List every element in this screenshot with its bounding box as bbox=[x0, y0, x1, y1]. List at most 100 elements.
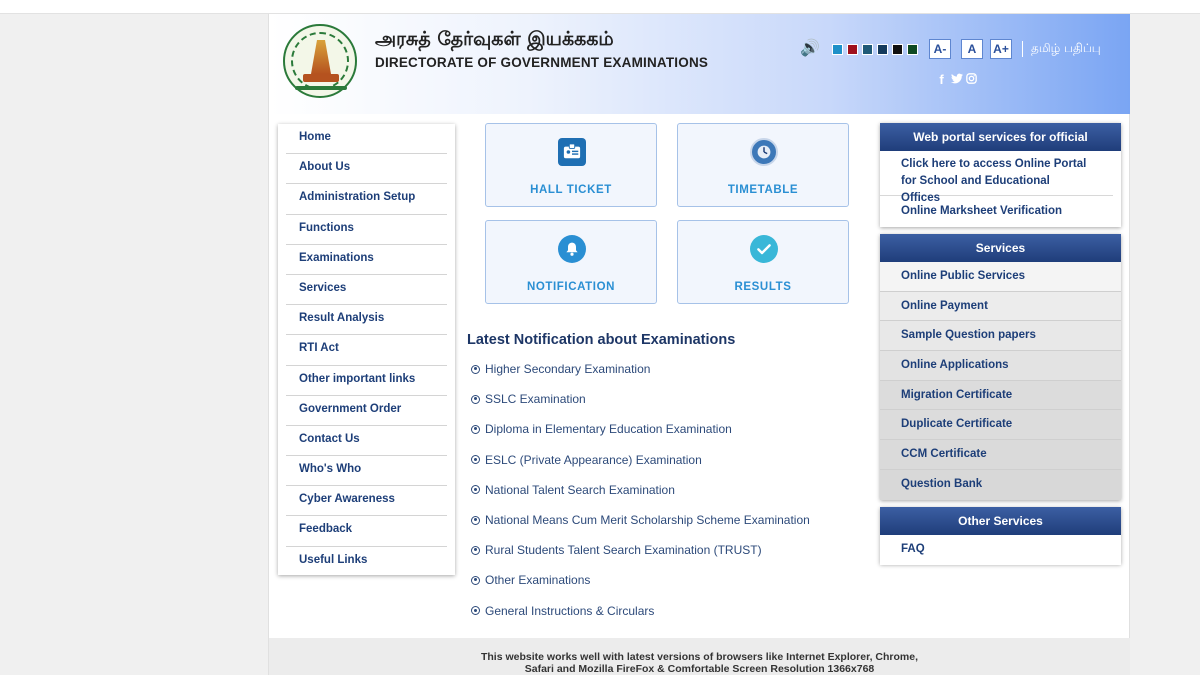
toolbar-divider bbox=[1022, 41, 1023, 57]
theme-swatch-5[interactable] bbox=[892, 43, 903, 55]
notification-item[interactable]: National Talent Search Examination bbox=[471, 475, 810, 505]
notification-item[interactable]: National Means Cum Merit Scholarship Sch… bbox=[471, 505, 810, 535]
notification-item-label[interactable]: Diploma in Elementary Education Examinat… bbox=[485, 422, 732, 436]
bullet-icon bbox=[471, 364, 480, 374]
online-portal-link[interactable]: Click here to access Online Portal for S… bbox=[880, 151, 1113, 204]
notification-item[interactable]: Rural Students Talent Search Examination… bbox=[471, 535, 810, 565]
results-tile[interactable]: RESULTS bbox=[677, 220, 849, 304]
faq-link[interactable]: FAQ bbox=[880, 535, 1121, 565]
web-portal-panel: Web portal services for official Click h… bbox=[880, 123, 1121, 227]
notification-item-label[interactable]: National Talent Search Examination bbox=[485, 483, 675, 497]
service-online-payment[interactable]: Online Payment bbox=[880, 291, 1121, 322]
notification-tile[interactable]: NOTIFICATION bbox=[485, 220, 657, 304]
bullet-icon bbox=[471, 394, 480, 404]
notification-item[interactable]: Higher Secondary Examination bbox=[471, 354, 810, 384]
browser-top-strip bbox=[0, 0, 1200, 14]
theme-swatch-3[interactable] bbox=[862, 43, 873, 55]
emblem-motto-band bbox=[295, 86, 347, 90]
nav-item-whos-who[interactable]: Who's Who bbox=[286, 456, 447, 487]
other-services-heading: Other Services bbox=[880, 507, 1121, 535]
service-question-bank[interactable]: Question Bank bbox=[880, 469, 1121, 500]
nav-item-administration-setup[interactable]: Administration Setup bbox=[286, 184, 447, 215]
hall-ticket-tile[interactable]: HALL TICKET bbox=[485, 123, 657, 207]
clock-icon bbox=[750, 138, 778, 166]
notification-item-label[interactable]: General Instructions & Circulars bbox=[485, 604, 654, 618]
check-circle-icon bbox=[750, 235, 778, 263]
tamil-edition-link[interactable]: தமிழ் பதிப்பு bbox=[1031, 41, 1101, 57]
bullet-icon bbox=[471, 485, 480, 495]
site-header: அரசுத் தேர்வுகள் இயக்ககம் DIRECTORATE OF… bbox=[269, 14, 1130, 114]
browser-compatibility-footer: This website works well with latest vers… bbox=[269, 638, 1130, 675]
notification-item-label[interactable]: SSLC Examination bbox=[485, 392, 586, 406]
id-card-icon bbox=[558, 138, 586, 166]
nav-item-government-order[interactable]: Government Order bbox=[286, 396, 447, 426]
service-duplicate-certificate[interactable]: Duplicate Certificate bbox=[880, 410, 1121, 441]
timetable-tile[interactable]: TIMETABLE bbox=[677, 123, 849, 207]
notification-label: NOTIFICATION bbox=[526, 281, 616, 293]
twitter-icon[interactable] bbox=[951, 72, 963, 87]
web-portal-heading: Web portal services for official bbox=[880, 123, 1121, 151]
font-increase-button[interactable]: A+ bbox=[990, 39, 1012, 59]
latest-notification-heading: Latest Notification about Examinations bbox=[467, 332, 736, 348]
nav-item-home[interactable]: Home bbox=[286, 124, 447, 155]
tamil-nadu-emblem-logo[interactable] bbox=[283, 24, 357, 98]
bell-icon bbox=[558, 235, 586, 263]
service-sample-question-papers[interactable]: Sample Question papers bbox=[880, 321, 1121, 352]
bullet-icon bbox=[471, 515, 480, 525]
notification-item-label[interactable]: ESLC (Private Appearance) Examination bbox=[485, 453, 702, 467]
bullet-icon bbox=[471, 545, 480, 555]
nav-item-cyber-awareness[interactable]: Cyber Awareness bbox=[286, 486, 447, 517]
bullet-icon bbox=[471, 424, 480, 434]
service-ccm-certificate[interactable]: CCM Certificate bbox=[880, 440, 1121, 470]
left-navigation-menu: Home About Us Administration Setup Funct… bbox=[278, 124, 455, 575]
page-container: அரசுத் தேர்வுகள் இயக்ககம் DIRECTORATE OF… bbox=[268, 14, 1130, 675]
nav-item-result-analysis[interactable]: Result Analysis bbox=[286, 305, 447, 336]
bullet-icon bbox=[471, 575, 480, 585]
timetable-label: TIMETABLE bbox=[727, 184, 799, 196]
other-services-panel: Other Services FAQ bbox=[880, 507, 1121, 565]
facebook-icon[interactable]: f bbox=[936, 72, 947, 87]
font-normal-button[interactable]: A bbox=[961, 39, 983, 59]
theme-swatch-2[interactable] bbox=[847, 43, 858, 55]
notification-item-label[interactable]: Rural Students Talent Search Examination… bbox=[485, 543, 762, 557]
service-migration-certificate[interactable]: Migration Certificate bbox=[880, 380, 1121, 411]
emblem-base bbox=[303, 74, 339, 82]
font-decrease-button[interactable]: A- bbox=[929, 39, 951, 59]
footer-line-2: Safari and Mozilla FireFox & Comfortable… bbox=[524, 663, 875, 675]
services-heading: Services bbox=[880, 234, 1121, 262]
nav-item-services[interactable]: Services bbox=[286, 275, 447, 306]
results-label: RESULTS bbox=[734, 281, 792, 293]
nav-item-rti-act[interactable]: RTI Act bbox=[286, 335, 447, 366]
nav-item-useful-links[interactable]: Useful Links bbox=[286, 547, 447, 577]
notification-list: Higher Secondary Examination SSLC Examin… bbox=[471, 354, 810, 626]
notification-item[interactable]: SSLC Examination bbox=[471, 384, 810, 414]
nav-item-feedback[interactable]: Feedback bbox=[286, 516, 447, 547]
theme-swatch-4[interactable] bbox=[877, 43, 888, 55]
notification-item[interactable]: ESLC (Private Appearance) Examination bbox=[471, 445, 810, 475]
nav-item-other-important-links[interactable]: Other important links bbox=[286, 366, 447, 396]
service-online-applications[interactable]: Online Applications bbox=[880, 351, 1121, 381]
accessibility-toolbar: 🔊 A- A A+ தமிழ் பதிப்பு bbox=[800, 38, 1101, 60]
notification-item-label[interactable]: National Means Cum Merit Scholarship Sch… bbox=[485, 513, 810, 527]
site-title-tamil: அரசுத் தேர்வுகள் இயக்ககம் bbox=[375, 28, 614, 50]
notification-item[interactable]: Other Examinations bbox=[471, 565, 810, 595]
marksheet-verification-link[interactable]: Online Marksheet Verification bbox=[880, 196, 1113, 226]
social-links: f bbox=[936, 72, 977, 87]
footer-line-1: This website works well with latest vers… bbox=[480, 651, 919, 663]
notification-item-label[interactable]: Other Examinations bbox=[485, 573, 590, 587]
nav-item-functions[interactable]: Functions bbox=[286, 215, 447, 245]
notification-item[interactable]: General Instructions & Circulars bbox=[471, 596, 810, 626]
notification-item-label[interactable]: Higher Secondary Examination bbox=[485, 362, 650, 376]
nav-item-contact-us[interactable]: Contact Us bbox=[286, 426, 447, 457]
services-panel: Services Online Public Services Online P… bbox=[880, 234, 1121, 500]
notification-item[interactable]: Diploma in Elementary Education Examinat… bbox=[471, 414, 810, 444]
speaker-icon[interactable]: 🔊 bbox=[800, 40, 820, 58]
nav-item-about-us[interactable]: About Us bbox=[286, 154, 447, 185]
theme-swatch-6[interactable] bbox=[907, 43, 918, 55]
instagram-icon[interactable] bbox=[966, 72, 977, 87]
site-title-english: DIRECTORATE OF GOVERNMENT EXAMINATIONS bbox=[375, 55, 709, 70]
bullet-icon bbox=[471, 455, 480, 465]
service-online-public-services[interactable]: Online Public Services bbox=[880, 262, 1121, 292]
theme-swatch-1[interactable] bbox=[832, 43, 843, 55]
nav-item-examinations[interactable]: Examinations bbox=[286, 245, 447, 275]
